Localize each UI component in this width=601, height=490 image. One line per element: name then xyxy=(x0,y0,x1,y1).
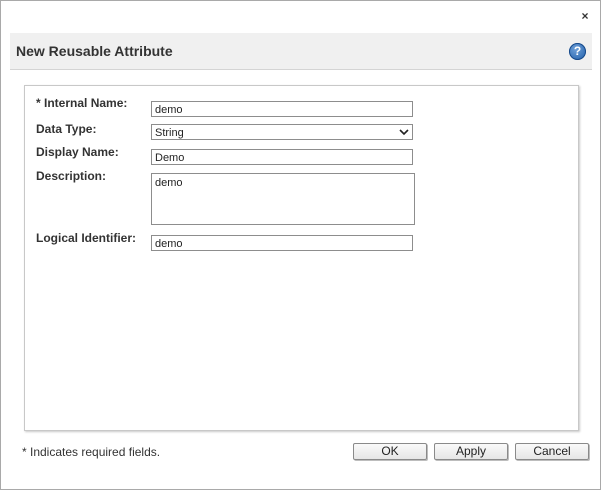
ok-button[interactable]: OK xyxy=(353,443,427,460)
logical-identifier-label: Logical Identifier: xyxy=(36,231,137,245)
internal-name-label: * Internal Name: xyxy=(36,96,127,110)
form-panel: * Internal Name: demo Data Type: String … xyxy=(24,85,579,431)
dialog-header: New Reusable Attribute ? xyxy=(10,33,592,70)
logical-identifier-field[interactable]: demo xyxy=(151,235,413,251)
dialog-window: × New Reusable Attribute ? * Internal Na… xyxy=(0,0,601,490)
data-type-label: Data Type: xyxy=(36,122,97,136)
required-fields-note: * Indicates required fields. xyxy=(22,445,161,459)
cancel-button[interactable]: Cancel xyxy=(515,443,589,460)
chevron-down-icon xyxy=(399,129,409,136)
display-name-field[interactable]: Demo xyxy=(151,149,413,165)
data-type-select[interactable]: String xyxy=(151,124,413,140)
help-icon[interactable]: ? xyxy=(569,43,586,60)
close-icon[interactable]: × xyxy=(579,9,591,23)
internal-name-label-text: Internal Name: xyxy=(44,96,128,110)
dialog-title: New Reusable Attribute xyxy=(16,43,173,59)
description-label: Description: xyxy=(36,169,107,183)
display-name-label: Display Name: xyxy=(36,145,119,159)
description-textarea[interactable]: demo xyxy=(151,173,415,225)
data-type-value: String xyxy=(155,127,184,139)
internal-name-field[interactable]: demo xyxy=(151,101,413,117)
apply-button[interactable]: Apply xyxy=(434,443,508,460)
required-mark: * xyxy=(36,96,41,110)
